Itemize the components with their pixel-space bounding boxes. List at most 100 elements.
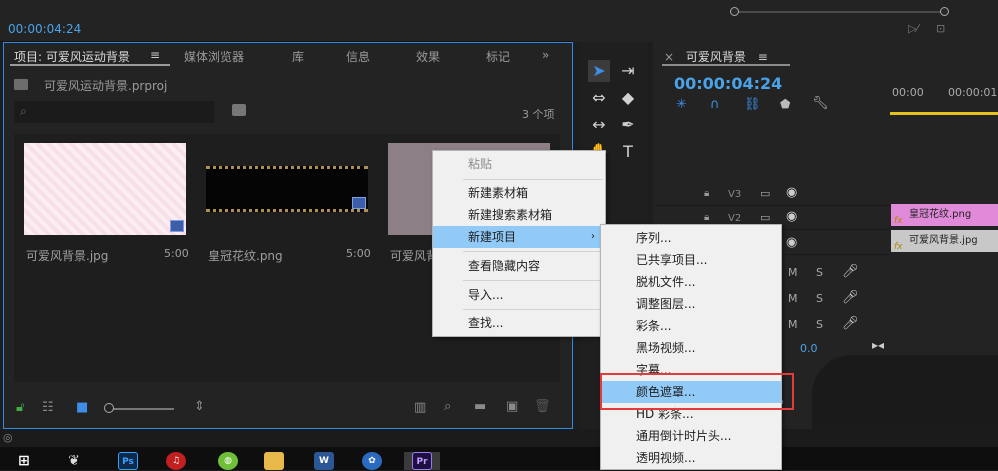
go-to-end-icon[interactable]: ▸◂ [872, 338, 884, 352]
selection-tool-icon[interactable]: ➤ [588, 60, 610, 82]
cc-icon[interactable]: ◎ [3, 431, 13, 444]
sort-icon[interactable]: ⇕ [194, 399, 205, 414]
tab-project[interactable]: 项目: 可爱风运动背景 [14, 48, 130, 65]
more-tabs-icon[interactable]: » [542, 48, 549, 62]
solo-a3[interactable]: S [816, 318, 823, 331]
wrench-icon[interactable]: 🔧︎ [812, 96, 829, 111]
submenu-item-black-video[interactable]: 黑场视频... [601, 337, 781, 359]
menu-item-view-hidden[interactable]: 查看隐藏内容 [433, 255, 605, 277]
eye-icon[interactable]: ◉ [786, 185, 797, 200]
menu-item-new-item[interactable]: 新建项目 › [433, 226, 605, 248]
mic-icon[interactable]: 🎤︎ [842, 316, 859, 331]
zoom-slider[interactable] [106, 408, 174, 410]
media-item-name[interactable]: 可爱风背景.jpg [26, 247, 108, 264]
linked-selection-icon[interactable]: ⛓ [744, 97, 761, 112]
master-volume[interactable]: 0.0 [800, 342, 818, 355]
ripple-edit-tool-icon[interactable]: ⇔ [588, 87, 610, 109]
windows-start-icon[interactable]: ⊞ [14, 452, 34, 470]
menu-item-import[interactable]: 导入... [433, 284, 605, 306]
pen-tool-icon[interactable]: ✒ [617, 114, 639, 136]
eye-icon[interactable]: ◉ [786, 235, 797, 250]
trash-icon[interactable]: 🗑︎ [534, 399, 551, 414]
butterfly-app-icon[interactable]: ❦ [64, 452, 84, 470]
new-search-bin-icon[interactable] [232, 104, 246, 116]
dialog-icon[interactable]: ⊡ [936, 22, 945, 35]
panel-menu-icon[interactable]: ≡ [150, 48, 160, 62]
scrub-end-handle[interactable] [940, 7, 949, 16]
tab-library[interactable]: 库 [292, 48, 304, 65]
automate-icon[interactable]: ▥ [414, 400, 426, 415]
media-item-name[interactable]: 皇冠花纹.png [208, 247, 283, 264]
mute-a1[interactable]: M [788, 266, 798, 279]
menu-item-find[interactable]: 查找... [433, 312, 605, 334]
submenu-item-bars-tone[interactable]: 彩条... [601, 315, 781, 337]
tab-media-browser[interactable]: 媒体浏览器 [184, 48, 244, 65]
snap-magnet-icon[interactable]: ∩ [710, 97, 720, 112]
close-icon[interactable]: × [664, 50, 674, 64]
track-label-v3[interactable]: V3 [728, 189, 741, 200]
browser-icon[interactable]: ◍ [218, 452, 238, 470]
folder-icon[interactable] [264, 452, 284, 470]
zoom-slider-handle[interactable] [104, 403, 114, 413]
sequence-tab[interactable]: 可爱风背景 [686, 50, 746, 64]
lock-icon[interactable]: 🔓︎ [16, 400, 24, 415]
track-select-tool-icon[interactable]: ⇥ [617, 60, 639, 82]
solo-a2[interactable]: S [816, 292, 823, 305]
scrub-bar[interactable] [736, 11, 944, 13]
tab-markers[interactable]: 标记 [486, 48, 510, 65]
scrub-start-handle[interactable] [730, 7, 739, 16]
track-label-v2[interactable]: V2 [728, 213, 741, 224]
program-monitor-strip [0, 0, 573, 42]
word-icon[interactable]: W [314, 452, 334, 470]
settings-arrows-icon[interactable]: ▷⁄ [908, 22, 918, 35]
clip-crown[interactable]: fx 皇冠花纹.png [891, 204, 998, 226]
razor-tool-icon[interactable]: ◆ [617, 87, 639, 109]
marker-icon[interactable]: ⬟ [780, 97, 790, 111]
list-view-icon[interactable]: ☷ [42, 400, 54, 415]
clip-label: 可爱风背景.jpg [909, 235, 978, 246]
search-input[interactable] [14, 101, 214, 123]
clip-cute-bg[interactable]: fx 可爱风背景.jpg [891, 230, 998, 252]
work-area-bar[interactable] [890, 112, 998, 115]
mic-icon[interactable]: 🎤︎ [842, 290, 859, 305]
new-item-icon[interactable]: ▣ [506, 399, 518, 414]
menu-item-new-bin[interactable]: 新建素材箱 [433, 182, 605, 204]
find-icon[interactable]: ⌕ [444, 399, 451, 414]
type-tool-icon[interactable]: T [617, 141, 639, 163]
eye-icon[interactable]: ◉ [786, 209, 797, 224]
lock-icon[interactable]: 🔒︎ [704, 188, 709, 199]
photoshop-icon[interactable]: Ps [118, 452, 138, 470]
submenu-item-adjustment-layer[interactable]: 调整图层... [601, 293, 781, 315]
top-timecode[interactable]: 00:00:04:24 [8, 22, 81, 36]
tab-effects[interactable]: 效果 [416, 48, 440, 65]
slip-tool-icon[interactable]: ↔ [588, 114, 610, 136]
sync-lock-icon[interactable]: ▭ [760, 187, 770, 200]
menu-item-new-search-bin[interactable]: 新建搜索素材箱 [433, 204, 605, 226]
menu-item-paste[interactable]: 粘贴 [433, 153, 605, 175]
thumbnail-cute-bg[interactable] [24, 143, 186, 235]
submenu-item-countdown[interactable]: 通用倒计时片头... [601, 425, 781, 447]
playhead-timecode[interactable]: 00:00:04:24 [674, 74, 782, 93]
premiere-icon[interactable]: Pr [412, 452, 432, 470]
taskbar [0, 447, 998, 470]
submenu-item-sequence[interactable]: 序列... [601, 227, 781, 249]
mute-a2[interactable]: M [788, 292, 798, 305]
nest-icon[interactable]: ✳ [676, 97, 687, 112]
tab-info[interactable]: 信息 [346, 48, 370, 65]
panel-menu-icon[interactable]: ≡ [758, 50, 768, 64]
solo-a1[interactable]: S [816, 266, 823, 279]
submenu-item-offline-file[interactable]: 脱机文件... [601, 271, 781, 293]
settings-app-icon[interactable]: ✿ [362, 452, 382, 470]
thumbnail-crown-pattern[interactable] [206, 166, 368, 212]
icon-view-icon[interactable]: ■ [76, 400, 88, 415]
submenu-item-transparent-video[interactable]: 透明视频... [601, 447, 781, 469]
lock-icon[interactable]: 🔒︎ [704, 212, 709, 223]
mic-icon[interactable]: 🎤︎ [842, 264, 859, 279]
fx-badge: fx [894, 242, 903, 252]
submenu-item-shared-project[interactable]: 已共享项目... [601, 249, 781, 271]
status-bar [0, 429, 998, 447]
music-app-icon[interactable]: ♫ [166, 452, 186, 470]
mute-a3[interactable]: M [788, 318, 798, 331]
new-bin-icon[interactable]: ▬ [474, 399, 486, 414]
sync-lock-icon[interactable]: ▭ [760, 211, 770, 224]
